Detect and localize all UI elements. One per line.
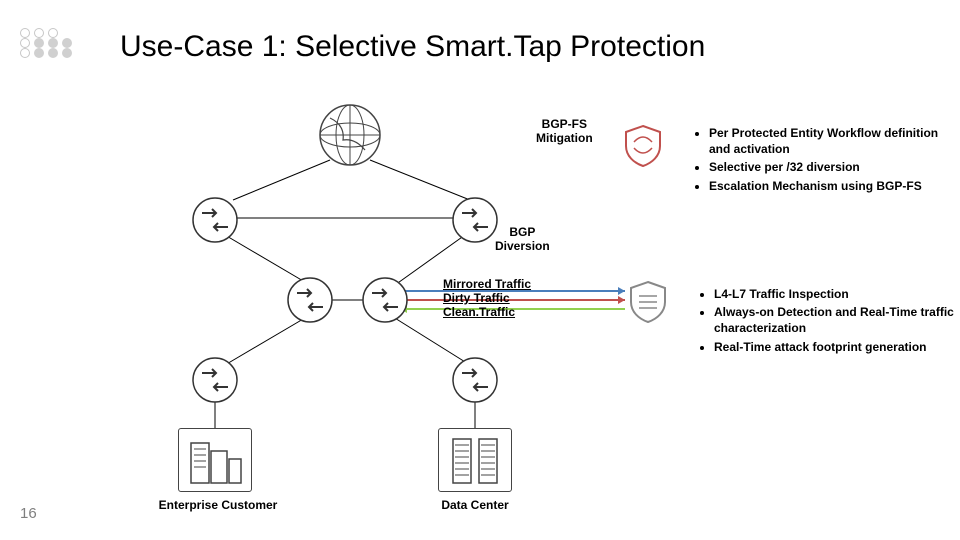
router-icon	[285, 275, 335, 325]
router-icon	[190, 355, 240, 405]
slide-title: Use-Case 1: Selective Smart.Tap Protecti…	[120, 30, 705, 64]
router-icon	[190, 195, 240, 245]
bullets-top: Per Protected Entity Workflow definition…	[695, 125, 954, 196]
datacenter-box	[438, 428, 512, 492]
enterprise-customer-label: Enterprise Customer	[158, 498, 278, 512]
router-icon	[360, 275, 410, 325]
mirrored-traffic-label: Mirrored Traffic	[443, 277, 531, 291]
bullet-item: Per Protected Entity Workflow definition…	[709, 125, 954, 157]
page-number: 16	[20, 505, 37, 522]
bgp-fs-label: BGP-FS Mitigation	[536, 117, 593, 146]
router-icon	[450, 195, 500, 245]
decorative-dots	[20, 28, 76, 58]
bullet-item: Escalation Mechanism using BGP-FS	[709, 178, 954, 194]
building-icon	[179, 429, 251, 491]
internet-globe-icon	[315, 100, 385, 170]
bullets-bottom: L4-L7 Traffic Inspection Always-on Detec…	[700, 286, 959, 357]
data-center-label: Data Center	[430, 498, 520, 512]
clean-traffic-label: Clean.Traffic	[443, 305, 515, 319]
enterprise-box	[178, 428, 252, 492]
defenseflow-shield-icon	[620, 122, 666, 168]
bullet-item: Real-Time attack footprint generation	[714, 339, 959, 355]
defensepro-shield-icon	[625, 278, 671, 324]
bullet-item: Always-on Detection and Real-Time traffi…	[714, 304, 959, 336]
bullet-item: Selective per /32 diversion	[709, 159, 954, 175]
bullet-item: L4-L7 Traffic Inspection	[714, 286, 959, 302]
router-icon	[450, 355, 500, 405]
bgp-diversion-label: BGP Diversion	[495, 225, 550, 254]
dirty-traffic-label: Dirty Traffic	[443, 291, 510, 305]
server-rack-icon	[439, 429, 511, 491]
